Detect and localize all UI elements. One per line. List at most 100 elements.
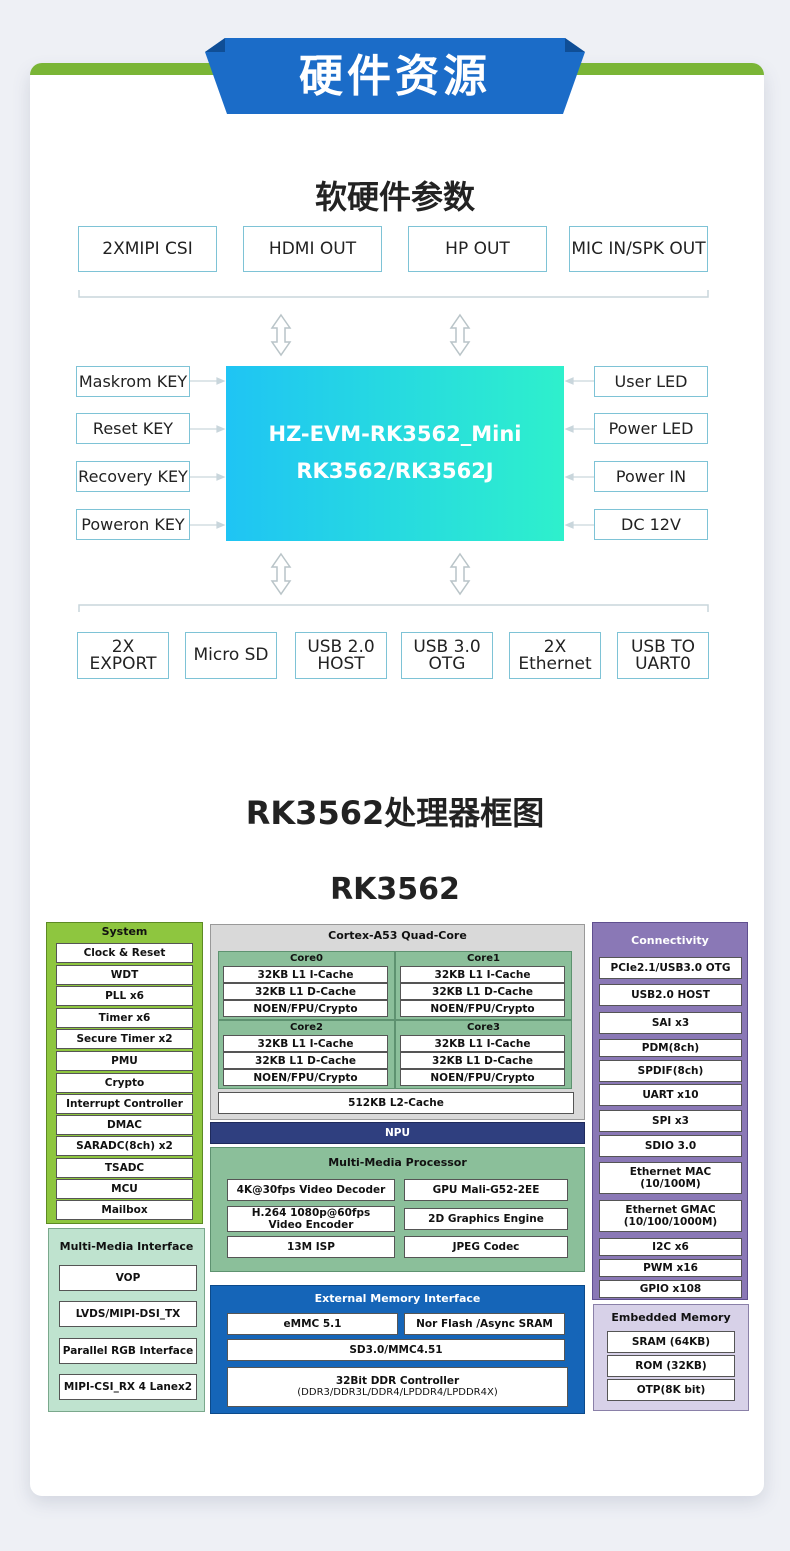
core-name: Core0 [290, 953, 323, 964]
cpu-core: Core1 32KB L1 I-Cache 32KB L1 D-Cache NOEN/… [395, 951, 572, 1020]
line: GPIO x108 [639, 1283, 702, 1295]
embedded-memory-item: ROM (32KB) [607, 1355, 735, 1377]
io-port-box: 2X EXPORT [77, 632, 169, 679]
line: HOST [317, 653, 365, 674]
connectivity-item: SPDIF(8ch) [599, 1060, 742, 1082]
system-item: Crypto [56, 1073, 193, 1093]
io-port-box: USB 2.0 HOST [295, 632, 387, 679]
core-item: 32KB L1 D-Cache [400, 983, 565, 1000]
system-item: Mailbox [56, 1200, 193, 1220]
mm-interface-title: Multi-Media Interface [59, 1240, 194, 1253]
line: PDM(8ch) [641, 1042, 700, 1054]
embedded-memory-item: SRAM (64KB) [607, 1331, 735, 1353]
line: USB 3.0 [413, 636, 481, 657]
section2-title: RK3562处理器框图 [245, 794, 545, 832]
status-box: Power IN [594, 461, 708, 492]
mm-interface-item: VOP [59, 1265, 197, 1291]
core-name: Core2 [290, 1022, 323, 1033]
cpu-block: Cortex-A53 Quad-Core Core0 32KB L1 I-Cach… [210, 924, 585, 1120]
core-item: NOEN/FPU/Crypto [400, 1069, 565, 1086]
key-box: Maskrom KEY [76, 366, 190, 397]
mm-processor-item: H.264 1080p@60fps Video Encoder [227, 1206, 395, 1232]
mm-interface-item: MIPI-CSI_RX 4 Lanex2 [59, 1374, 197, 1400]
line: 2X [543, 636, 567, 657]
io-port-box: Micro SD [185, 632, 277, 679]
system-item: WDT [56, 965, 193, 985]
line: H.264 1080p@60fps [251, 1207, 371, 1219]
connectivity-item: USB2.0 HOST [599, 984, 742, 1006]
line: Ethernet [518, 653, 592, 674]
system-block: System Clock & Reset WDT PLL x6 Timer x6 Sec… [46, 922, 203, 1224]
core-item: 32KB L1 D-Cache [223, 1052, 388, 1069]
system-item: Timer x6 [56, 1008, 193, 1028]
connectivity-item: GPIO x108 [599, 1280, 742, 1298]
connectivity-item: Ethernet MAC (10/100M) [599, 1162, 742, 1194]
chip-board-name: HZ-EVM-RK3562_Mini [268, 422, 522, 446]
cpu-core: Core0 32KB L1 I-Cache 32KB L1 D-Cache NOEN/… [218, 951, 395, 1020]
line: 13M ISP [287, 1241, 335, 1253]
line: 2D Graphics Engine [428, 1213, 544, 1225]
system-item: PLL x6 [56, 986, 193, 1006]
system-item: SARADC(8ch) x2 [56, 1136, 193, 1156]
status-box: DC 12V [594, 509, 708, 540]
line: I2C x6 [652, 1241, 689, 1253]
system-item: PMU [56, 1051, 193, 1071]
line: PWM x16 [643, 1262, 698, 1274]
ext-memory-block: External Memory Interface eMMC 5.1 Nor F… [210, 1285, 585, 1414]
connectivity-block: Connectivity PCIe2.1/USB3.0 OTG USB2.0 HO… [592, 922, 748, 1300]
emmc-cell: eMMC 5.1 [227, 1313, 398, 1335]
key-box: Recovery KEY [76, 461, 190, 492]
cpu-core: Core3 32KB L1 I-Cache 32KB L1 D-Cache NOEN/… [395, 1020, 572, 1089]
io-port-box: USB TO UART0 [617, 632, 709, 679]
connectivity-item: PCIe2.1/USB3.0 OTG [599, 957, 742, 979]
key-box: Reset KEY [76, 413, 190, 444]
line: (10/100/1000M) [623, 1216, 718, 1228]
system-item: TSADC [56, 1158, 193, 1178]
line: USB 2.0 [307, 636, 375, 657]
core-item: NOEN/FPU/Crypto [223, 1069, 388, 1086]
mm-interface-item: LVDS/MIPI-DSI_TX [59, 1301, 197, 1327]
io-port-box: 2X Ethernet [509, 632, 601, 679]
core-name: Core3 [467, 1022, 500, 1033]
cpu-core: Core2 32KB L1 I-Cache 32KB L1 D-Cache NOEN/… [218, 1020, 395, 1089]
line: Micro SD [193, 645, 269, 665]
connectivity-item: SDIO 3.0 [599, 1135, 742, 1157]
line: USB TO [630, 636, 696, 657]
core-item: NOEN/FPU/Crypto [223, 1000, 388, 1017]
system-title: System [101, 925, 148, 938]
line: (10/100M) [640, 1178, 701, 1190]
line: GPU Mali-G52-2EE [432, 1184, 540, 1196]
line: SAI x3 [651, 1017, 690, 1029]
connectivity-item: Ethernet GMAC (10/100/1000M) [599, 1200, 742, 1232]
mm-processor-item: 2D Graphics Engine [404, 1208, 568, 1230]
embedded-memory-block: Embedded Memory SRAM (64KB) ROM (32KB) OTP… [593, 1304, 749, 1411]
connectivity-item: PWM x16 [599, 1259, 742, 1277]
connectivity-item: PDM(8ch) [599, 1039, 742, 1057]
system-item: Clock & Reset [56, 943, 193, 963]
line: JPEG Codec [452, 1241, 520, 1253]
diagram-title: RK3562 [330, 872, 460, 907]
line: 4K@30fps Video Decoder [236, 1184, 386, 1196]
ddr-line1: 32Bit DDR Controller [335, 1375, 460, 1387]
connectivity-item: UART x10 [599, 1084, 742, 1106]
sd-mmc-cell: SD3.0/MMC4.51 [227, 1339, 565, 1361]
cpu-title: Cortex-A53 Quad-Core [328, 929, 467, 942]
line: 2X [111, 636, 135, 657]
connectivity-item: SPI x3 [599, 1110, 742, 1132]
core-item: NOEN/FPU/Crypto [400, 1000, 565, 1017]
line: USB2.0 HOST [631, 989, 710, 1001]
key-box: Poweron KEY [76, 509, 190, 540]
board-chip: HZ-EVM-RK3562_Mini RK3562/RK3562J [226, 366, 564, 541]
status-box: User LED [594, 366, 708, 397]
io-port-box: USB 3.0 OTG [401, 632, 493, 679]
line: OTG [428, 653, 466, 674]
system-item: MCU [56, 1179, 193, 1199]
line: Video Encoder [268, 1219, 354, 1231]
ddr-controller-cell: 32Bit DDR Controller (DDR3/DDR3L/DDR4/LP… [227, 1367, 568, 1407]
line: UART x10 [642, 1089, 699, 1101]
mm-processor-item: GPU Mali-G52-2EE [404, 1179, 568, 1201]
line: UART0 [635, 653, 691, 674]
connectivity-title: Connectivity [631, 934, 709, 947]
mm-processor-item: JPEG Codec [404, 1236, 568, 1258]
core-item: 32KB L1 D-Cache [223, 983, 388, 1000]
